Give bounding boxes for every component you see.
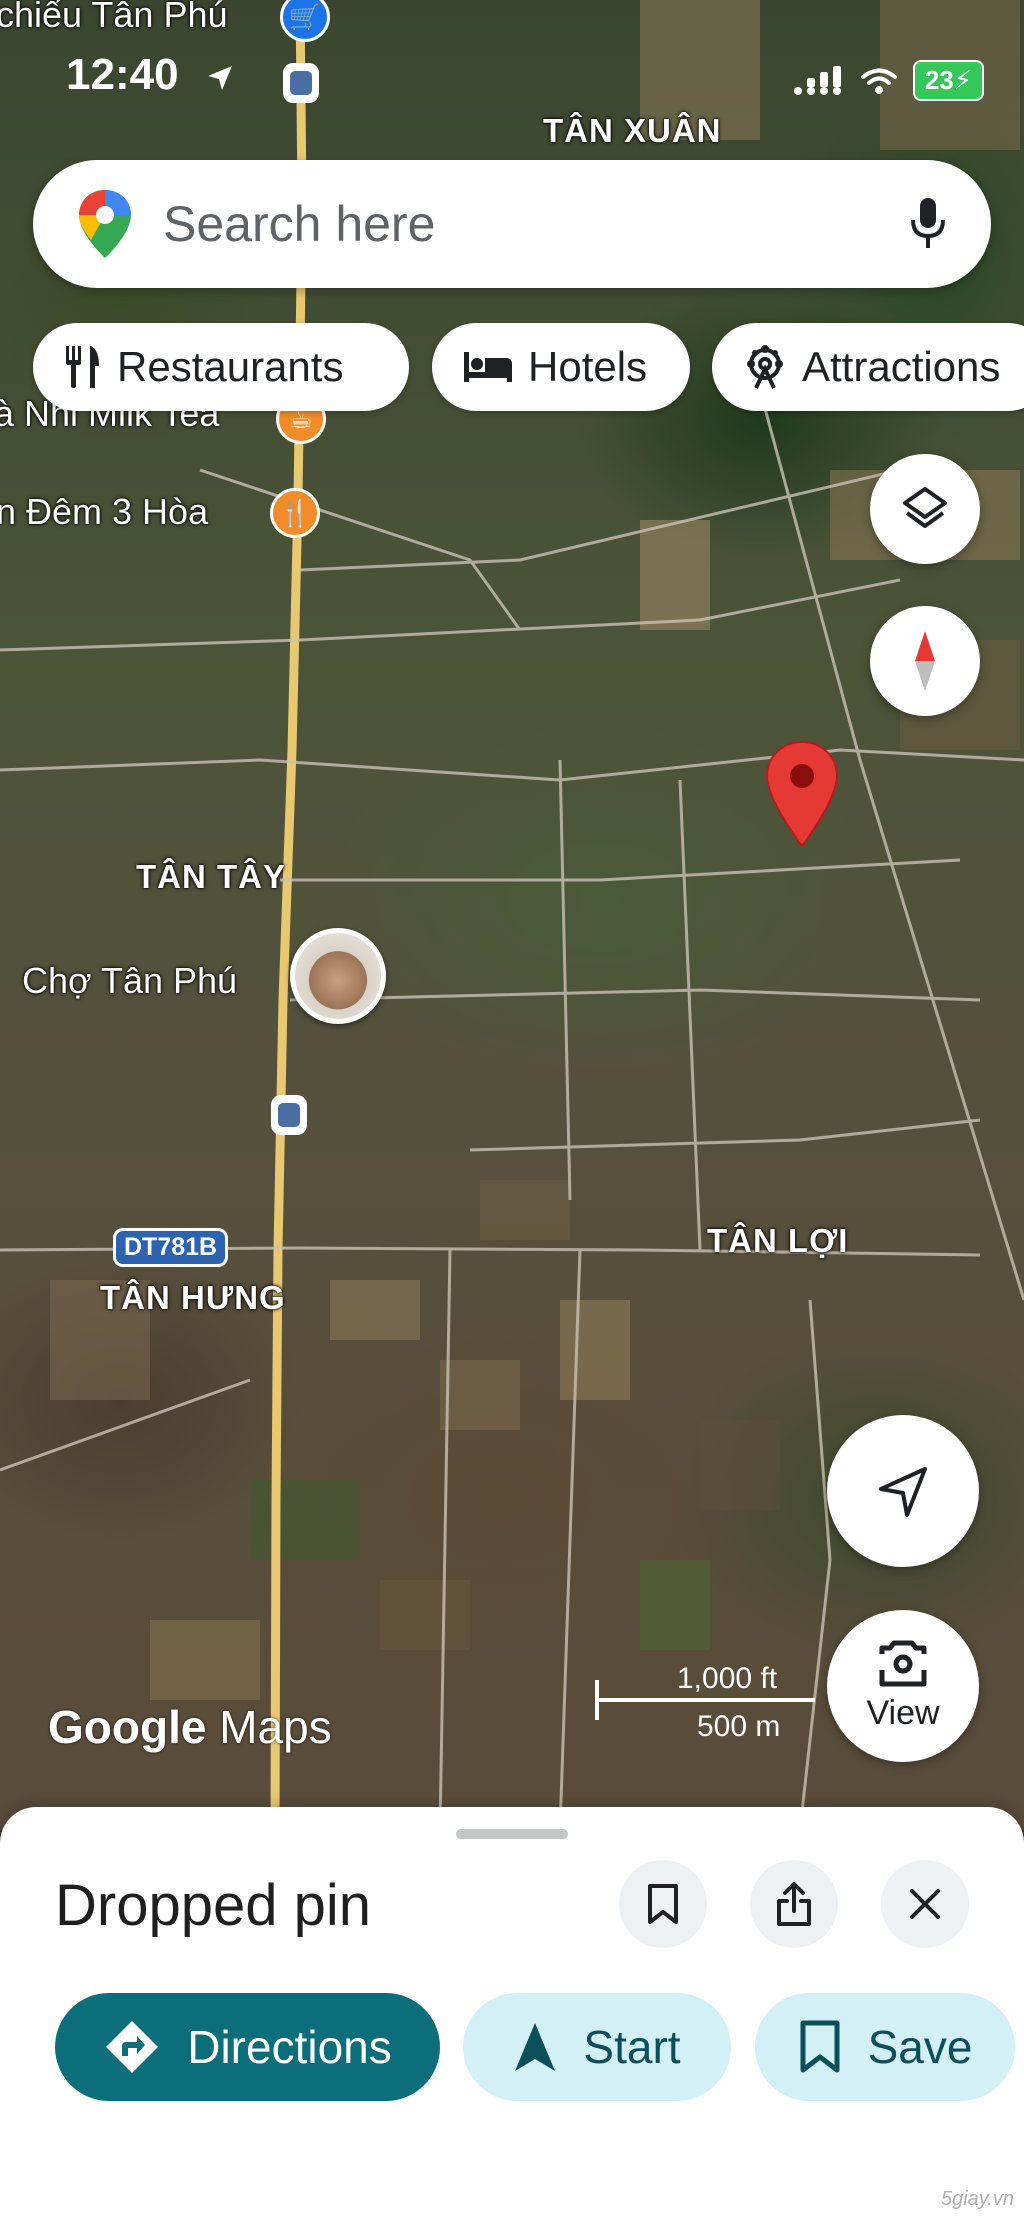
dropped-pin-icon[interactable] xyxy=(764,740,840,850)
layers-icon xyxy=(903,487,947,528)
layers-button[interactable] xyxy=(870,454,980,564)
directions-label: Directions xyxy=(187,2021,392,2073)
status-time: 12:40 xyxy=(66,50,179,99)
sheet-title: Dropped pin xyxy=(55,1873,371,1938)
battery-indicator: 23⚡ xyxy=(912,60,984,101)
map-label-tan-tay: TÂN TÂY xyxy=(136,858,286,895)
wifi-icon xyxy=(860,68,897,94)
market-photo-marker[interactable] xyxy=(290,928,386,1024)
chip-hotels-label: Hotels xyxy=(528,343,648,390)
navigation-start-icon xyxy=(515,2023,556,2071)
poi-label-tan-phu-cinema[interactable]: chiếu Tân Phú xyxy=(0,0,228,36)
chip-attractions-label: Attractions xyxy=(802,343,1001,390)
bookmark-button[interactable] xyxy=(619,1860,707,1948)
save-label: Save xyxy=(867,2021,973,2073)
location-arrow-icon xyxy=(208,66,232,90)
chip-restaurants-label: Restaurants xyxy=(117,343,344,390)
scale-metric: 500 m xyxy=(697,1710,781,1743)
cellular-signal-icon xyxy=(793,65,841,95)
map-label-tan-hung: TÂN HƯNG xyxy=(100,1279,286,1316)
close-button[interactable] xyxy=(881,1860,969,1948)
battery-level: 23 xyxy=(924,65,954,95)
route-shield: DT781B xyxy=(113,1228,229,1267)
search-bar[interactable]: Search here xyxy=(33,160,991,288)
start-label: Start xyxy=(583,2021,681,2073)
view-button[interactable]: View xyxy=(827,1610,979,1762)
chip-hotels[interactable]: Hotels xyxy=(432,323,690,411)
directions-icon xyxy=(106,2021,159,2073)
microphone-icon[interactable] xyxy=(909,196,947,252)
watermark: 5giay.vn xyxy=(940,2188,1014,2210)
scale-tick xyxy=(595,1680,599,1720)
bookmark-icon xyxy=(648,1884,678,1924)
start-button[interactable]: Start xyxy=(463,1993,731,2101)
poi-label-dem-3-hoa[interactable]: n Đêm 3 Hòa xyxy=(0,491,208,533)
compass-button[interactable] xyxy=(870,606,980,716)
chip-attractions[interactable]: Attractions xyxy=(712,323,1024,411)
google-maps-attribution: Google Maps xyxy=(48,1700,332,1754)
scale-bar xyxy=(595,1698,815,1702)
share-icon xyxy=(777,1882,811,1926)
compass-icon xyxy=(915,631,935,691)
search-input[interactable]: Search here xyxy=(163,195,909,253)
navigation-arrow-icon xyxy=(879,1467,927,1517)
directions-button[interactable]: Directions xyxy=(55,1993,440,2101)
bus-stop-icon[interactable] xyxy=(271,1095,307,1135)
scale-imperial: 1,000 ft xyxy=(677,1662,778,1695)
poi-label-cho-tan-phu[interactable]: Chợ Tân Phú xyxy=(22,960,237,1002)
view-button-label: View xyxy=(866,1693,940,1732)
bookmark-icon xyxy=(800,2020,840,2073)
map-label-tan-loi: TÂN LỢI xyxy=(707,1222,849,1259)
chip-restaurants[interactable]: Restaurants xyxy=(33,323,409,411)
sheet-drag-handle[interactable] xyxy=(456,1829,568,1839)
status-icons: 23⚡ xyxy=(793,60,984,101)
place-bottom-sheet[interactable]: Dropped pin Directions Start Save 5giay.… xyxy=(0,1807,1024,2217)
map-scale: 1,000 ft 500 m xyxy=(595,1662,815,1752)
maps-wordmark: Maps xyxy=(219,1701,332,1753)
google-maps-logo-icon xyxy=(79,190,131,258)
share-button[interactable] xyxy=(750,1860,838,1948)
close-icon xyxy=(910,1889,940,1919)
bed-icon xyxy=(464,352,512,382)
fork-knife-icon xyxy=(66,346,99,388)
map-label-tan-xuan: TÂN XUÂN xyxy=(543,112,722,149)
my-location-button[interactable] xyxy=(827,1415,979,1567)
ferris-wheel-icon xyxy=(747,345,783,389)
google-wordmark: Google xyxy=(48,1701,207,1753)
camera-view-icon xyxy=(879,1640,927,1686)
bus-stop-icon[interactable] xyxy=(283,63,319,103)
restaurant-icon[interactable]: 🍴 xyxy=(270,488,320,538)
save-button[interactable]: Save xyxy=(755,1993,1015,2101)
